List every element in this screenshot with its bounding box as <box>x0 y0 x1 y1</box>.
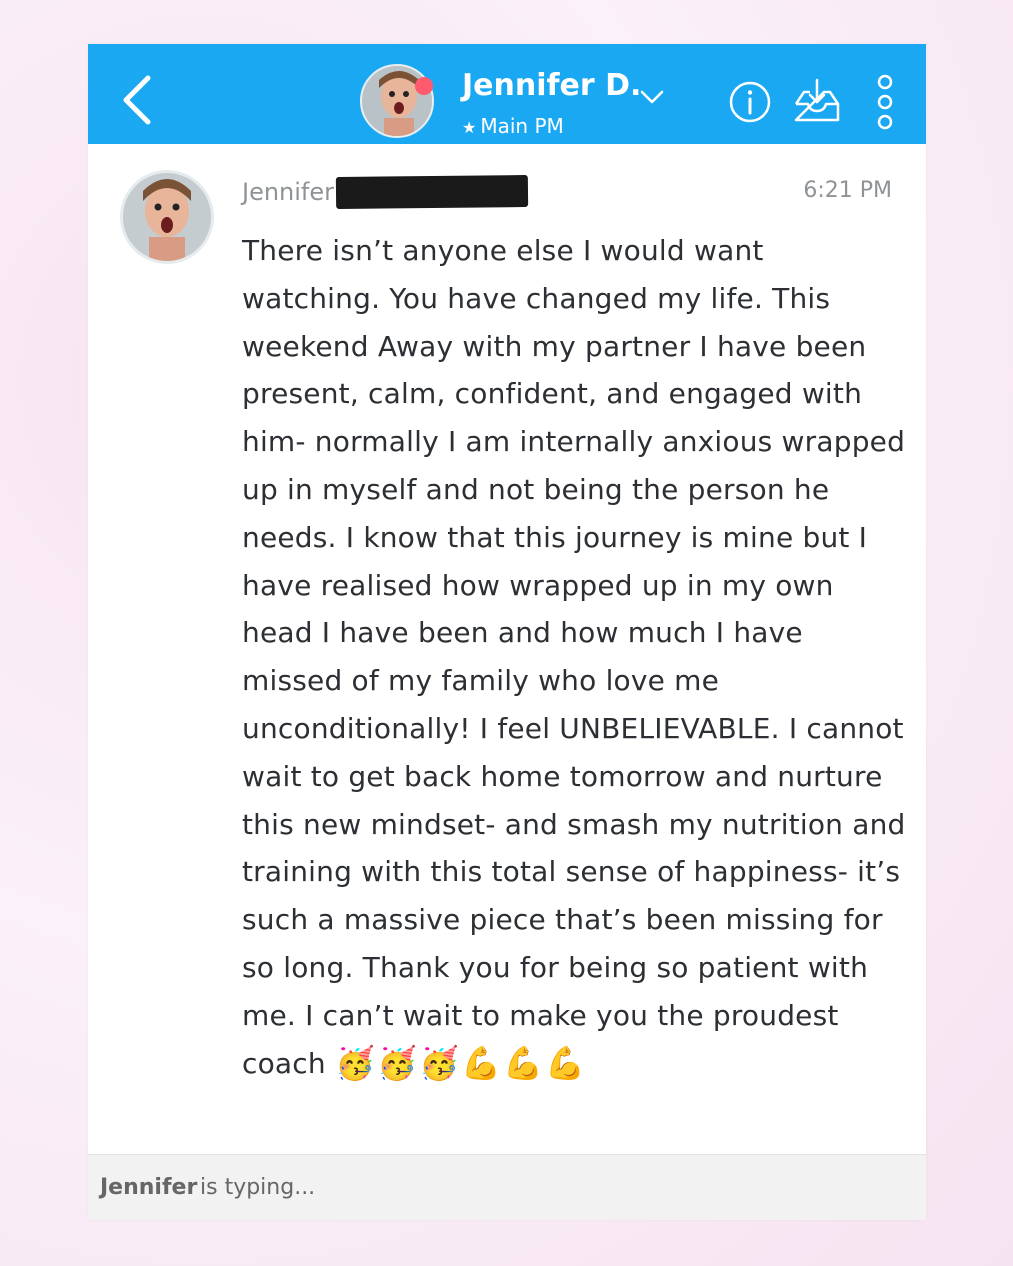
sender-name: Jennifer <box>242 178 335 206</box>
chevron-down-icon <box>640 90 664 104</box>
flexed-biceps-emoji: 💪 <box>461 1043 502 1082</box>
chevron-left-icon <box>123 75 151 125</box>
flexed-biceps-emoji: 💪 <box>503 1043 544 1082</box>
star-icon: ★ <box>462 118 477 137</box>
inbox-button[interactable] <box>790 74 844 128</box>
message-timestamp: 6:21 PM <box>803 178 892 203</box>
message-text: There isn’t anyone else I would want wat… <box>242 234 906 1080</box>
info-icon <box>729 81 771 123</box>
redaction-bar <box>335 174 529 210</box>
typing-status-text: is typing... <box>200 1175 316 1200</box>
message-body: There isn’t anyone else I would want wat… <box>242 227 906 1088</box>
partying-face-emoji: 🥳 <box>334 1043 375 1082</box>
flexed-biceps-emoji: 💪 <box>545 1043 586 1082</box>
contact-avatar[interactable] <box>360 64 434 138</box>
back-button[interactable] <box>118 74 158 126</box>
typing-user-name: Jennifer <box>100 1175 198 1200</box>
partying-face-emoji: 🥳 <box>376 1043 418 1082</box>
typing-indicator: Jennifer is typing... <box>88 1154 926 1220</box>
inbox-download-icon <box>794 78 840 122</box>
sender-avatar[interactable] <box>120 170 214 264</box>
online-status-dot <box>415 77 433 95</box>
contact-name[interactable]: Jennifer D. <box>462 68 641 103</box>
conversation-type-label: Main PM <box>480 114 564 138</box>
more-options-button[interactable] <box>874 72 896 132</box>
emoji-row: 🥳🥳🥳💪💪💪 <box>335 1041 587 1089</box>
partying-face-emoji: 🥳 <box>419 1043 460 1082</box>
conversation-type: ★ Main PM <box>462 114 564 138</box>
chat-window: Jennifer D. ★ Main PM Jennifer 6:21 PM T… <box>88 44 926 1220</box>
chat-header: Jennifer D. ★ Main PM <box>88 44 926 144</box>
more-vertical-icon <box>877 74 893 130</box>
info-button[interactable] <box>728 80 772 124</box>
contact-dropdown[interactable] <box>638 87 666 107</box>
